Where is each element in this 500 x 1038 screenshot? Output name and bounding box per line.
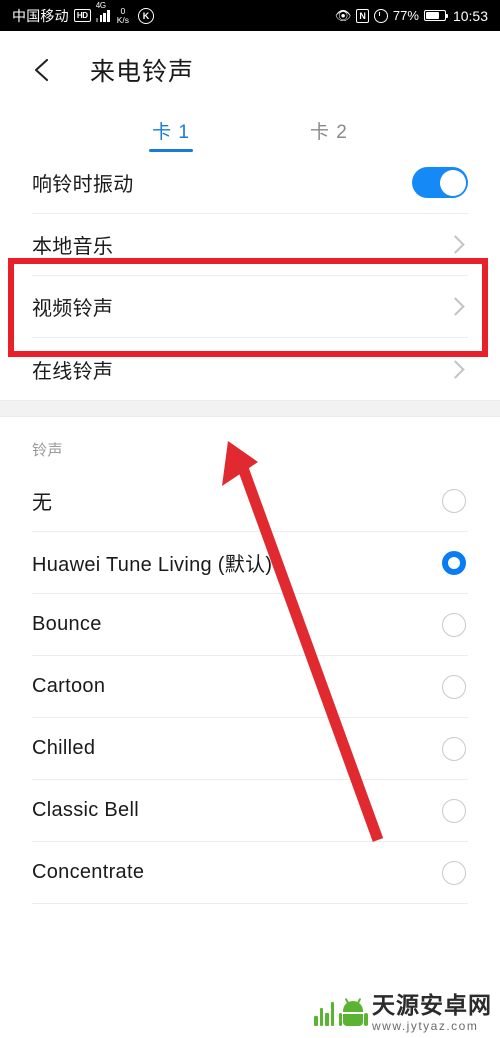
ringtone-row-classic-bell[interactable]: Classic Bell [32, 780, 468, 842]
page-title: 来电铃声 [90, 58, 195, 86]
vibrate-label: 响铃时振动 [32, 174, 134, 196]
ringtone-label: Bounce [32, 613, 102, 635]
android-robot-icon [338, 997, 368, 1026]
ringtone-radio[interactable] [442, 612, 466, 637]
status-bar-right: 👁 N 77% 10:53 [335, 8, 488, 24]
ringtone-row-chilled[interactable]: Chilled [32, 718, 468, 780]
alarm-clock-icon [373, 8, 388, 23]
ringtone-radio[interactable] [442, 674, 466, 699]
watermark-site-name: 天源安卓网 [372, 992, 492, 1018]
ringtone-label: Chilled [32, 737, 96, 759]
section-divider [0, 400, 500, 417]
ringtone-row-bounce[interactable]: Bounce [32, 594, 468, 656]
chevron-right-icon [446, 297, 465, 316]
vibrate-toggle[interactable] [412, 167, 468, 198]
back-arrow-icon[interactable] [28, 55, 58, 85]
ringtone-row-none[interactable]: 无 [32, 470, 468, 532]
sound-bars-icon [314, 1000, 334, 1026]
tab-sim-2[interactable]: 卡 2 [310, 117, 348, 152]
status-bar: 中国移动 HD 4G 0 K/s K 👁 N 77% 10:53 [0, 0, 500, 31]
row-video-ringtone[interactable]: 视频铃声 [32, 276, 468, 338]
ringtone-row-huawei-tune-living[interactable]: Huawei Tune Living (默认) [32, 532, 468, 594]
app-bar: 来电铃声 [0, 31, 500, 109]
row-vibrate-when-ringing[interactable]: 响铃时振动 [32, 152, 468, 214]
circled-k-icon: K [138, 7, 154, 24]
watermark-text: 天源安卓网 www.jytyaz.com [372, 992, 492, 1033]
status-bar-left: 中国移动 HD 4G 0 K/s K [12, 1, 154, 26]
ringtone-radio[interactable] [442, 798, 466, 823]
sim-tab-bar: 卡 1 卡 2 [0, 109, 500, 152]
site-watermark: 天源安卓网 www.jytyaz.com [314, 994, 492, 1032]
tab-sim-1[interactable]: 卡 1 [152, 117, 190, 152]
ringtone-label: Huawei Tune Living (默认) [32, 554, 273, 576]
ringtone-settings-section: 响铃时振动 本地音乐 视频铃声 在线铃声 [0, 152, 500, 400]
ringtone-label: 无 [32, 492, 53, 514]
clock-label: 10:53 [452, 7, 488, 24]
chevron-right-icon [446, 359, 465, 379]
online-ringtone-label: 在线铃声 [32, 360, 114, 383]
local-music-label: 本地音乐 [32, 236, 114, 258]
nfc-icon: N [356, 8, 369, 23]
ringtone-label: Concentrate [32, 861, 145, 883]
carrier-label: 中国移动 [12, 7, 69, 24]
ringtone-radio[interactable] [442, 736, 466, 761]
row-online-ringtone[interactable]: 在线铃声 [32, 338, 468, 400]
data-rate-indicator: 0 K/s [116, 6, 129, 25]
ringtone-list-section: 铃声 无 Huawei Tune Living (默认) Bounce Cart… [0, 417, 500, 904]
data-rate-unit: K/s [116, 14, 129, 25]
row-local-music[interactable]: 本地音乐 [32, 214, 468, 276]
hd-icon: HD [73, 9, 91, 22]
ringtone-radio[interactable] [442, 860, 466, 885]
watermark-url: www.jytyaz.com [372, 1019, 479, 1033]
signal-bars-icon [95, 10, 110, 22]
battery-icon [423, 10, 449, 21]
ringtone-label: Classic Bell [32, 799, 139, 821]
battery-percent-label: 77% [392, 8, 419, 23]
network-type-label: 4G [95, 0, 106, 10]
eye-comfort-icon: 👁 [334, 8, 352, 23]
video-ringtone-label: 视频铃声 [32, 298, 114, 320]
ringtone-section-header: 铃声 [32, 442, 64, 459]
ringtone-radio-selected[interactable] [442, 550, 466, 575]
ringtone-label: Cartoon [32, 675, 106, 697]
ringtone-row-concentrate[interactable]: Concentrate [32, 842, 468, 904]
toggle-knob [439, 169, 466, 196]
signal-strength-icon: 4G [95, 1, 110, 22]
ringtone-radio[interactable] [442, 488, 466, 513]
chevron-right-icon [446, 235, 465, 254]
ringtone-row-cartoon[interactable]: Cartoon [32, 656, 468, 718]
